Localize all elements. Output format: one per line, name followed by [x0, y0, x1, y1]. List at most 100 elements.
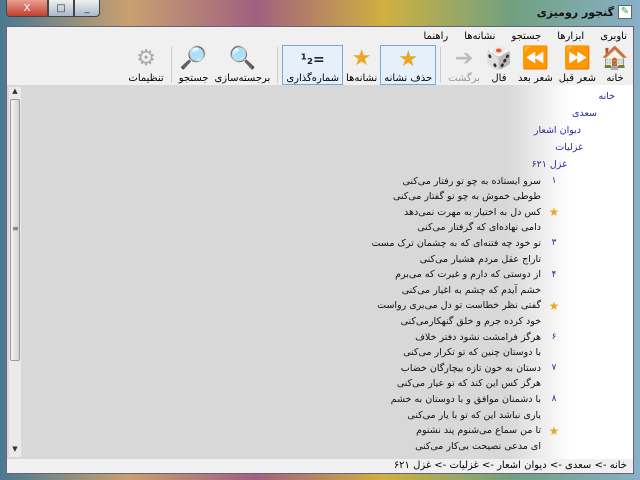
- toolbar-button-highlight[interactable]: 🔍 برجسته‌سازی: [211, 45, 273, 85]
- bookmark-star-icon[interactable]: ★: [545, 424, 563, 438]
- verse-number: ۸: [551, 394, 557, 405]
- poem-text: خانه سعدی دیوان اشعار غزلیات غزل ۶۲۱ ۱ سرو ایس…: [33, 85, 633, 459]
- verse-text: دستان به خون تازه بیچارگان خضاب: [400, 362, 541, 374]
- toolbar-button-label: جستجو: [178, 73, 209, 84]
- menu-item-2[interactable]: جستجو: [511, 31, 541, 42]
- toolbar-button-label: حذف نشانه: [384, 73, 433, 84]
- window-title: گنجور رومیزی: [536, 5, 614, 19]
- close-button[interactable]: X: [6, 0, 48, 17]
- verse-line: ★ گفتی نظر خطاست تو دل می‌بری رواست: [377, 298, 563, 314]
- menu-item-0[interactable]: ناوبری: [600, 31, 627, 42]
- verse-line: تاراج عقل مردم هشیار می‌کنی: [420, 251, 563, 267]
- client-area: ناوبری ابزارها جستجو نشانه‌ها راهنما 🏠 خانه ⏩ ش…: [6, 26, 634, 474]
- verse-text: تاراج عقل مردم هشیار می‌کنی: [419, 253, 541, 265]
- toolbar-button-label: تنظیمات: [128, 73, 164, 84]
- highlight-icon: 🔍: [228, 46, 257, 71]
- toolbar-separator: [440, 47, 442, 83]
- verse-line: خشم آیدم که چشم به اغیار می‌کنی: [402, 282, 563, 298]
- verse-number: ۳: [551, 238, 557, 249]
- verse-text: با دوستان چنین که تو تکرار می‌کنی: [403, 347, 541, 359]
- verse-text: ای مدعی نصیحت بی‌کار می‌کنی: [415, 440, 541, 452]
- numbering-icon: =¹₂: [300, 52, 325, 68]
- toolbar-button-home[interactable]: 🏠 خانه: [599, 45, 631, 85]
- verse-line: ۸ با دشمنان موافق و با دوستان به خشم: [391, 391, 563, 407]
- verse-line: با دوستان چنین که تو تکرار می‌کنی: [403, 345, 563, 361]
- verse-number: ۶: [551, 332, 557, 342]
- toolbar-button-dice[interactable]: 🎲 فال: [483, 45, 515, 85]
- verse-text: از دوستی که دارم و غیرت که می‌برم: [395, 269, 541, 281]
- bookmarks-icon: ★: [351, 46, 372, 71]
- settings-icon: ⚙: [136, 46, 156, 71]
- verse-text: یاری نباشد این که تو با یار می‌کنی: [407, 409, 541, 421]
- toolbar-button-label: شماره‌گذاری: [286, 73, 340, 84]
- toolbar-button-label: برگشت: [448, 73, 480, 84]
- vertical-scrollbar[interactable]: ▲ ≡ ▼: [9, 87, 21, 457]
- verse-line: هرگز کس این کند که تو عیار می‌کنی: [397, 376, 563, 392]
- verse-line: ★ کس دل به اختیار به مهرت نمی‌دهد: [404, 204, 563, 220]
- previous-icon: ⏩: [563, 46, 592, 71]
- toolbar: 🏠 خانه ⏩ شعر قبل ⏪ شعر بعد 🎲 فال ➔ برگشت ★ حذف نشان…: [125, 43, 633, 85]
- bookmark-star-icon[interactable]: ★: [545, 299, 563, 313]
- toolbar-button-label: خانه: [606, 73, 624, 84]
- verse-text: خشم آیدم که چشم به اغیار می‌کنی: [401, 284, 541, 296]
- verse-line: ۱ سرو ایستاده به چو تو رفتار می‌کنی: [403, 173, 564, 189]
- toolbar-button-back[interactable]: ➔ برگشت: [445, 45, 483, 85]
- toolbar-button-label: شعر قبل: [558, 73, 596, 84]
- verse-line: ۷ دستان به خون تازه بیچارگان خضاب: [401, 360, 563, 376]
- verse-line: ۶ هرگز فرامشت نشود دفتر خلاف: [415, 329, 563, 345]
- menu-item-1[interactable]: ابزارها: [557, 31, 584, 42]
- toolbar-button-label: برجسته‌سازی: [214, 73, 271, 84]
- verse-line: ای مدعی نصیحت بی‌کار می‌کنی: [415, 438, 563, 454]
- scrollbar-thumb[interactable]: ≡: [10, 99, 20, 361]
- minimize-button[interactable]: _: [74, 0, 100, 17]
- menu-bar: ناوبری ابزارها جستجو نشانه‌ها راهنما: [423, 29, 627, 43]
- next-icon: ⏪: [521, 46, 550, 71]
- toolbar-button-next[interactable]: ⏪ شعر بعد: [515, 45, 556, 85]
- verse-line: دامی نهاده‌ای که گرفتار می‌کنی: [417, 220, 563, 236]
- toolbar-button-bookmarks[interactable]: ★ نشانه‌ها: [343, 45, 380, 85]
- verse-text: طوطی خموش به چو تو گفتار می‌کنی: [393, 191, 541, 203]
- breadcrumb-link[interactable]: سعدی: [572, 108, 597, 119]
- verse-text: گفتی نظر خطاست تو دل می‌بری رواست: [377, 300, 541, 312]
- status-bar: خانه -> سعدی -> دیوان اشعار -> غزلیات ->…: [393, 460, 627, 471]
- toolbar-button-remove-bookmark[interactable]: ★ حذف نشانه: [380, 45, 437, 85]
- verse-line: طوطی خموش به چو تو گفتار می‌کنی: [393, 189, 563, 205]
- verse-text: سرو ایستاده به چو تو رفتار می‌کنی: [402, 175, 542, 187]
- menu-item-3[interactable]: نشانه‌ها: [464, 31, 495, 42]
- grip-icon: ≡: [12, 224, 19, 233]
- verse-text: تا من سماع می‌شنوم پند نشنوم: [416, 425, 541, 437]
- verse-line: ۳ تو خود چه فتنه‌ای که به چشمان ترک مست: [372, 235, 563, 251]
- scroll-up-button[interactable]: ▲: [9, 87, 21, 99]
- verse-text: هرگز کس این کند که تو عیار می‌کنی: [396, 378, 541, 390]
- toolbar-separator: [170, 47, 172, 83]
- toolbar-button-previous[interactable]: ⏩ شعر قبل: [556, 45, 599, 85]
- verse-text: خود کرده جرم و خلق گنهکارمی‌کنی: [400, 315, 541, 327]
- app-icon: ✎: [618, 5, 632, 19]
- toolbar-button-settings[interactable]: ⚙ تنظیمات: [125, 45, 166, 85]
- verse-text: هرگز فرامشت نشود دفتر خلاف: [415, 331, 541, 343]
- verse-text: تو خود چه فتنه‌ای که به چشمان ترک مست: [371, 237, 541, 249]
- breadcrumb-link[interactable]: خانه: [598, 91, 615, 102]
- toolbar-button-numbering[interactable]: =¹₂ شماره‌گذاری: [282, 45, 344, 85]
- toolbar-button-search[interactable]: 🔎 جستجو: [176, 45, 212, 85]
- toolbar-button-label: فال: [491, 73, 507, 84]
- dice-icon: 🎲: [485, 46, 513, 71]
- bookmark-star-icon[interactable]: ★: [545, 205, 563, 219]
- toolbar-button-label: نشانه‌ها: [346, 73, 378, 84]
- remove-bookmark-icon: ★: [398, 47, 419, 72]
- breadcrumb-link[interactable]: غزل ۶۲۱: [532, 159, 567, 170]
- verse-number: ۷: [551, 363, 557, 374]
- poem-view: ▲ ≡ ▼ خانه سعدی دیوان اشعار غزلیات غزل ۶۲۱ ۱ س…: [7, 85, 633, 459]
- menu-item-4[interactable]: راهنما: [423, 31, 448, 42]
- title-bar: X □ _ ✎ گنجور رومیزی: [0, 0, 640, 26]
- scroll-down-button[interactable]: ▼: [9, 445, 21, 457]
- verse-line: ۴ از دوستی که دارم و غیرت که می‌برم: [395, 267, 563, 283]
- back-icon: ➔: [454, 46, 474, 71]
- toolbar-separator: [277, 47, 279, 83]
- home-icon: 🏠: [601, 46, 629, 71]
- verse-number: ۱: [551, 176, 557, 186]
- breadcrumb-link[interactable]: غزلیات: [555, 142, 583, 153]
- breadcrumb-link[interactable]: دیوان اشعار: [534, 125, 581, 136]
- maximize-button[interactable]: □: [48, 0, 74, 17]
- verse-text: دامی نهاده‌ای که گرفتار می‌کنی: [417, 222, 541, 234]
